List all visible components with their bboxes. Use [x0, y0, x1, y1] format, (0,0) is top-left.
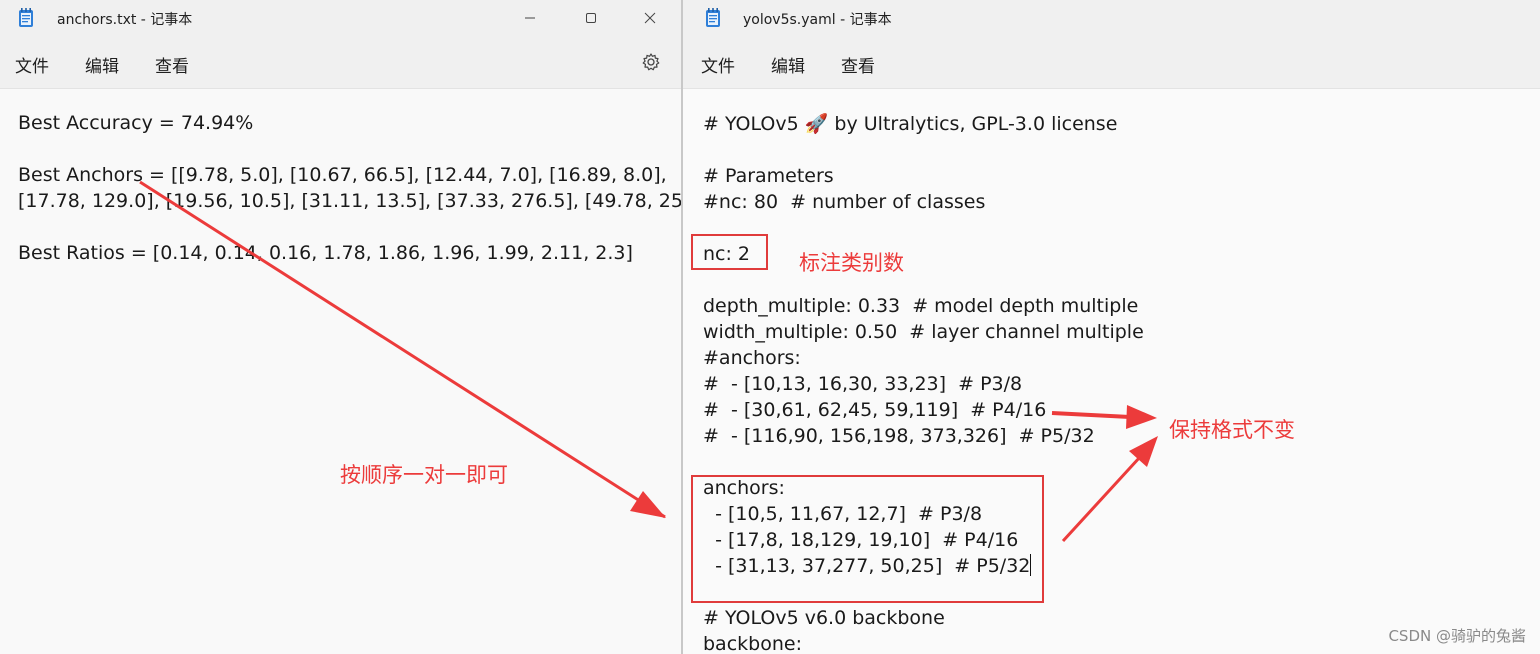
text-line: # - [30,61, 62,45, 59,119] # P4/16 [703, 399, 1047, 421]
annotation-label-classes: 标注类别数 [799, 251, 904, 275]
text-line: # - [10,13, 16,30, 33,23] # P3/8 [703, 373, 1023, 395]
text-line: Best Ratios = [0.14, 0.14, 0.16, 1.78, 1… [18, 242, 633, 264]
anchors-highlight-box [691, 475, 1044, 603]
window-title: anchors.txt - 记事本 [57, 12, 193, 28]
notepad-icon [19, 8, 33, 27]
text-line: # YOLOv5 v6.0 backbone [703, 607, 945, 629]
maximize-icon [586, 13, 596, 23]
text-line: #nc: 80 # number of classes [703, 191, 986, 213]
menu-view[interactable]: 查看 [155, 52, 189, 77]
title-bar[interactable]: anchors.txt - 记事本 [0, 0, 681, 36]
maximize-button[interactable] [579, 6, 603, 30]
menu-view[interactable]: 查看 [841, 52, 875, 77]
settings-button[interactable] [639, 50, 663, 74]
anchors-notepad-window: anchors.txt - 记事本 文件 编辑 查看 Best Accuracy… [0, 0, 681, 654]
text-line: Best Accuracy = 74.94% [18, 112, 254, 134]
menu-file[interactable]: 文件 [15, 52, 49, 77]
text-line: width_multiple: 0.50 # layer channel mul… [703, 321, 1144, 343]
text-line: depth_multiple: 0.33 # model depth multi… [703, 295, 1139, 317]
menu-edit[interactable]: 编辑 [771, 52, 805, 77]
text-editor-area[interactable]: Best Accuracy = 74.94% Best Anchors = [[… [0, 89, 681, 654]
menu-bar: 文件 编辑 查看 [683, 36, 1540, 89]
window-title: yolov5s.yaml - 记事本 [743, 12, 892, 28]
notepad-icon [706, 8, 720, 27]
text-line: #anchors: [703, 347, 801, 369]
text-line: Best Anchors = [[9.78, 5.0], [10.67, 66.… [18, 164, 667, 186]
annotation-order-note: 按顺序一对一即可 [340, 463, 508, 487]
menu-bar: 文件 编辑 查看 [0, 36, 681, 89]
nc-highlight-box [691, 234, 768, 270]
text-line: # YOLOv5 🚀 by Ultralytics, GPL-3.0 licen… [703, 113, 1118, 135]
gear-icon [642, 53, 660, 71]
watermark: CSDN @骑驴的兔酱 [1388, 627, 1526, 645]
annotation-keep-format: 保持格式不变 [1169, 418, 1295, 442]
minimize-icon [525, 17, 535, 19]
close-button[interactable] [638, 6, 662, 30]
minimize-button[interactable] [518, 6, 542, 30]
text-line: # Parameters [703, 165, 834, 187]
close-icon [644, 12, 656, 24]
menu-file[interactable]: 文件 [701, 52, 735, 77]
menu-edit[interactable]: 编辑 [85, 52, 119, 77]
text-line: # - [116,90, 156,198, 373,326] # P5/32 [703, 425, 1095, 447]
text-line: [17.78, 129.0], [19.56, 10.5], [31.11, 1… [18, 190, 681, 212]
text-line: backbone: [703, 633, 802, 654]
title-bar[interactable]: yolov5s.yaml - 记事本 [683, 0, 1540, 36]
